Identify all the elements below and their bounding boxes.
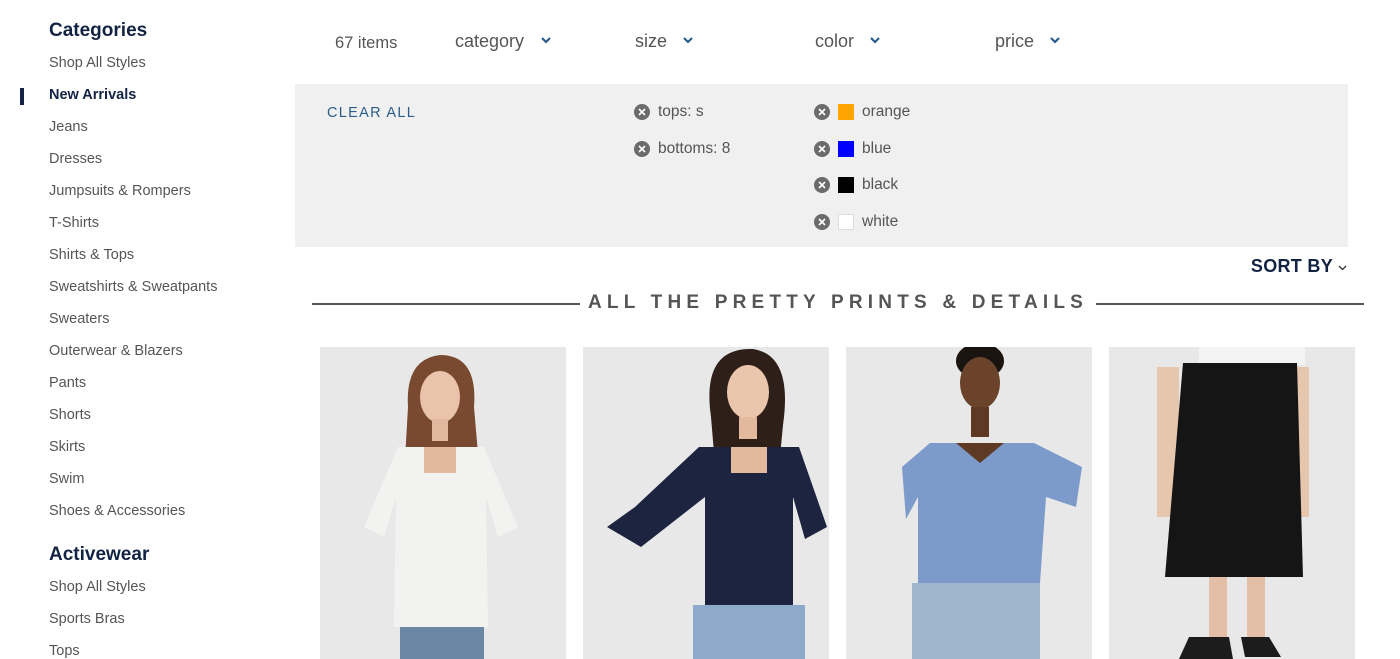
remove-icon — [814, 104, 830, 120]
product-image — [583, 347, 829, 659]
product-card[interactable] — [846, 347, 1092, 659]
color-swatch — [838, 104, 854, 120]
color-swatch — [838, 141, 854, 157]
sidebar-item[interactable]: Sweaters — [49, 311, 109, 327]
sidebar-item[interactable]: Shirts & Tops — [49, 247, 134, 263]
sidebar-item[interactable]: Outerwear & Blazers — [49, 343, 183, 359]
section-title-text: ALL THE PRETTY PRINTS & DETAILS — [579, 292, 1097, 313]
remove-icon — [814, 141, 830, 157]
sidebar-item[interactable]: Pants — [49, 375, 86, 391]
sidebar-item[interactable]: Shop All Styles — [49, 579, 146, 595]
sidebar-item[interactable]: Jumpsuits & Rompers — [49, 183, 191, 199]
product-card[interactable] — [320, 347, 566, 659]
filter-chip-black[interactable]: black — [814, 175, 898, 195]
chip-label: orange — [862, 103, 911, 120]
sidebar-item[interactable]: Shorts — [49, 407, 91, 423]
sidebar-item[interactable]: Swim — [49, 471, 84, 487]
filter-label: price — [995, 31, 1035, 51]
sidebar-item[interactable]: Shoes & Accessories — [49, 503, 185, 519]
chevron-down-icon — [1337, 257, 1348, 278]
remove-icon — [814, 214, 830, 230]
filter-chip-bottoms[interactable]: bottoms: 8 — [634, 139, 730, 159]
sidebar: Categories Shop All Styles New Arrivals Je… — [0, 0, 290, 659]
product-card[interactable] — [1109, 347, 1355, 659]
sidebar-item[interactable]: Tops — [49, 643, 80, 659]
sidebar-item[interactable]: Sweatshirts & Sweatpants — [49, 279, 217, 295]
product-card[interactable] — [583, 347, 829, 659]
chevron-down-icon — [1048, 33, 1062, 47]
sidebar-item[interactable]: Sports Bras — [49, 611, 125, 627]
filter-chip-blue[interactable]: blue — [814, 139, 891, 159]
chevron-down-icon — [681, 33, 695, 47]
chip-label: white — [862, 213, 899, 230]
section-title: ALL THE PRETTY PRINTS & DETAILS — [312, 292, 1364, 314]
filter-bar: 67 items category size color price — [295, 0, 1348, 84]
chip-label: black — [862, 176, 899, 193]
applied-filters-panel: CLEAR ALL tops: s bottoms: 8 orange blue… — [295, 84, 1348, 247]
filter-label: category — [455, 31, 525, 51]
sidebar-item[interactable]: Shop All Styles — [49, 55, 146, 71]
color-swatch — [838, 214, 854, 230]
chip-label: blue — [862, 140, 892, 157]
filter-size-dropdown[interactable]: size — [635, 31, 693, 52]
chevron-down-icon — [539, 33, 553, 47]
section-header: ALL THE PRETTY PRINTS & DETAILS — [312, 290, 1364, 316]
product-image — [846, 347, 1092, 659]
chip-label: bottoms: 8 — [658, 140, 731, 157]
color-swatch — [838, 177, 854, 193]
sort-by-dropdown[interactable]: SORT BY — [1251, 256, 1348, 278]
sidebar-item[interactable]: Skirts — [49, 439, 85, 455]
filter-chip-white[interactable]: white — [814, 212, 898, 232]
sidebar-item[interactable]: New Arrivals — [49, 87, 136, 103]
filter-price-dropdown[interactable]: price — [995, 31, 1060, 52]
remove-icon — [634, 141, 650, 157]
item-count: 67 items — [335, 34, 398, 52]
categories-heading: Categories — [49, 20, 148, 41]
active-indicator — [20, 88, 24, 105]
filter-category-dropdown[interactable]: category — [455, 31, 551, 52]
filter-color-dropdown[interactable]: color — [815, 31, 880, 52]
chip-label: tops: s — [658, 103, 704, 120]
remove-icon — [814, 177, 830, 193]
filter-chip-tops[interactable]: tops: s — [634, 102, 704, 122]
clear-all-button[interactable]: CLEAR ALL — [327, 105, 416, 121]
sidebar-item[interactable]: T-Shirts — [49, 215, 99, 231]
product-image — [320, 347, 566, 659]
filter-label: color — [815, 31, 855, 51]
filter-chip-orange[interactable]: orange — [814, 102, 910, 122]
chevron-down-icon — [868, 33, 882, 47]
product-image — [1109, 347, 1355, 659]
filter-label: size — [635, 31, 668, 51]
activewear-heading: Activewear — [49, 544, 150, 565]
remove-icon — [634, 104, 650, 120]
sidebar-item[interactable]: Dresses — [49, 151, 102, 167]
sort-by-label: SORT BY — [1250, 256, 1333, 276]
sidebar-item[interactable]: Jeans — [49, 119, 88, 135]
